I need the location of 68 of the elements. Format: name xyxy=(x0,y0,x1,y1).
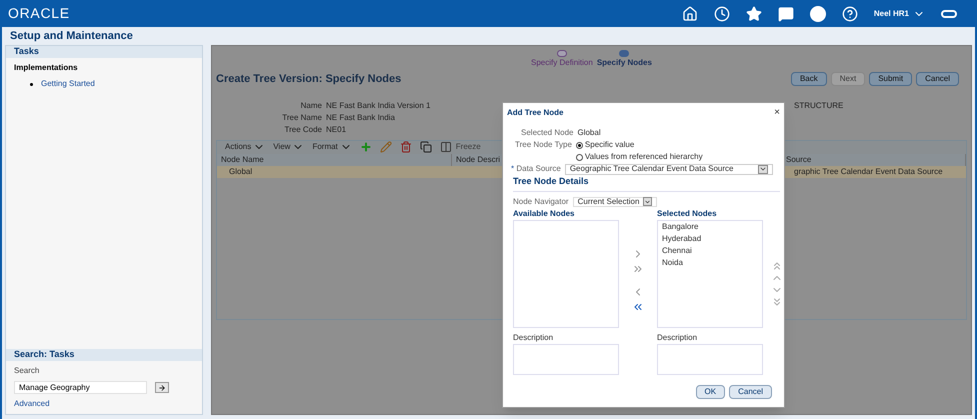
dialog-button[interactable]: Cancel xyxy=(729,385,772,399)
signout-icon[interactable] xyxy=(941,10,957,18)
list-item[interactable]: Chennai xyxy=(662,244,758,256)
list-item[interactable]: Bangalore xyxy=(662,220,758,232)
field-label: Selected Node xyxy=(521,127,574,139)
description-field[interactable] xyxy=(657,344,763,374)
close-button[interactable]: × xyxy=(774,108,780,118)
field-label: Name xyxy=(300,100,322,112)
train-label[interactable]: Specify Nodes xyxy=(596,57,652,69)
section-heading: Tree Node Details xyxy=(513,175,780,192)
main-title: Create Tree Version: Specify Nodes xyxy=(216,72,402,87)
train-stop[interactable] xyxy=(556,50,567,57)
toolbar-menu[interactable]: Actions xyxy=(225,141,266,153)
action-button[interactable]: Back xyxy=(790,72,827,86)
move-bottom-icon[interactable] xyxy=(771,296,783,308)
field-value: NE Fast Bank India xyxy=(326,112,396,124)
field-value: STRUCTURE xyxy=(794,100,844,112)
move-top-icon[interactable] xyxy=(771,260,783,272)
radio-option[interactable]: Values from referenced hierarchy xyxy=(576,151,703,163)
table-cell-text: Global xyxy=(228,166,254,178)
field-value: NE01 xyxy=(326,124,348,136)
search-label: Search xyxy=(13,365,40,377)
field-label: * Data Source xyxy=(511,163,561,175)
delete-icon[interactable] xyxy=(400,141,412,153)
table-cell-text: graphic Tree Calendar Event Data Source xyxy=(793,166,944,178)
dialog-button[interactable]: OK xyxy=(696,385,726,399)
clock-icon[interactable] xyxy=(714,6,730,22)
field-label: Tree Code xyxy=(284,124,322,136)
field-label: Description xyxy=(513,332,554,344)
list-title: Selected Nodes xyxy=(657,208,718,220)
advanced-link[interactable]: Advanced xyxy=(6,398,202,410)
oracle-logo: ORACLE xyxy=(8,4,70,23)
star-icon[interactable] xyxy=(746,6,762,22)
edit-icon[interactable] xyxy=(380,141,392,153)
columns-icon xyxy=(440,141,452,153)
section-heading: Implementations xyxy=(13,62,79,74)
copy-icon[interactable] xyxy=(420,141,432,153)
action-button[interactable]: Cancel xyxy=(916,72,959,86)
action-button[interactable]: Submit xyxy=(869,72,912,86)
search-field[interactable]: Manage Geography xyxy=(14,381,147,394)
user-menu[interactable]: Neel HR1 xyxy=(874,8,925,20)
radio-option[interactable]: Specific value xyxy=(576,139,703,151)
list-title: Available Nodes xyxy=(513,208,576,220)
description-field[interactable] xyxy=(513,344,619,374)
field-value: Global xyxy=(577,127,601,139)
bullet-icon xyxy=(30,82,33,86)
chat-icon[interactable] xyxy=(778,6,794,22)
toolbar-menu[interactable]: Format xyxy=(312,141,352,153)
train-stop[interactable] xyxy=(619,50,630,57)
task-link[interactable]: Getting Started xyxy=(41,78,95,90)
field-label: Tree Node Type xyxy=(515,139,572,151)
list-item[interactable]: Hyderabad xyxy=(662,232,758,244)
dropdown[interactable]: Current Selection xyxy=(572,196,658,206)
dialog-title: Add Tree Node xyxy=(507,107,564,119)
search-button[interactable] xyxy=(155,382,169,393)
field-label: Tree Name xyxy=(281,112,322,124)
field-value: NE Fast Bank India Version 1 xyxy=(326,100,430,112)
field-label: Description xyxy=(657,332,698,344)
toolbar-menu[interactable]: View xyxy=(273,141,304,153)
dropdown[interactable]: Geographic Tree Calendar Event Data Source xyxy=(564,164,773,174)
page-title: Setup and Maintenance xyxy=(10,28,133,44)
panel-title: Tasks xyxy=(14,45,39,58)
help-icon[interactable] xyxy=(842,6,858,22)
arrow-right-icon xyxy=(158,384,166,392)
panel-title: Search: Tasks xyxy=(14,348,74,362)
home-icon[interactable] xyxy=(682,6,698,22)
field-label: Node Navigator xyxy=(513,196,569,208)
list-item[interactable]: Noida xyxy=(662,256,758,268)
